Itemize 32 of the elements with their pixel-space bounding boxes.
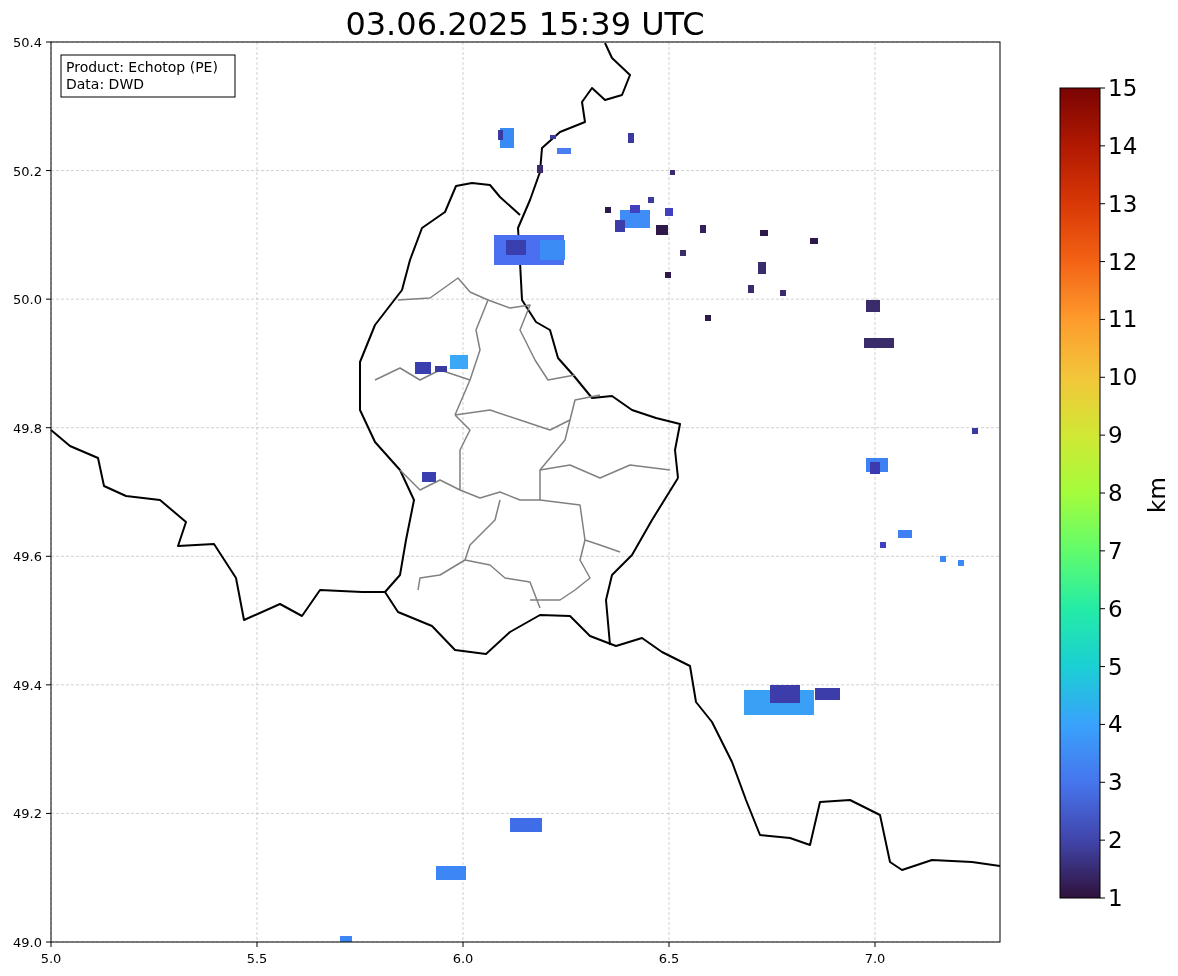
colorbar-tick-label: 12	[1108, 248, 1138, 275]
colorbar-tick-label: 7	[1108, 537, 1123, 564]
colorbar-tick-label: 15	[1108, 75, 1138, 101]
colorbar-tick-label: 11	[1108, 306, 1138, 333]
axis-tick-label: 6.5	[658, 951, 680, 966]
colorbar-tick-label: 5	[1108, 653, 1123, 680]
figure-title: 03.06.2025 15:39 UTC	[345, 5, 705, 43]
axis-tick-label: 6.0	[452, 951, 474, 966]
colorbar-tick-label: 14	[1108, 132, 1138, 159]
colorbar-label: km	[1144, 477, 1170, 513]
colorbar-tick-label: 13	[1108, 190, 1138, 217]
axis-tick-label: 49.4	[13, 677, 42, 693]
colorbar-tick-label: 10	[1108, 364, 1138, 391]
colorbar-tick-label: 2	[1108, 827, 1123, 854]
axis-tick-label: 49.8	[13, 420, 42, 436]
legend-text: Product: Echotop (PE)	[66, 59, 218, 75]
colorbar-tick-label: 1	[1108, 885, 1123, 911]
axis-tick-label: 50.0	[13, 292, 42, 308]
colorbar-tick-label: 8	[1108, 480, 1123, 506]
axis-tick-label: 49.2	[13, 806, 42, 822]
axis-tick-label: 49.0	[13, 935, 42, 950]
axis-tick-label: 7.0	[864, 951, 886, 966]
legend-text: Data: DWD	[66, 76, 144, 92]
axis-tick-label: 5.5	[246, 951, 268, 966]
colorbar-tick-label: 9	[1108, 422, 1123, 449]
axis-tick-label: 50.4	[13, 35, 42, 50]
colorbar-tick-label: 4	[1108, 711, 1123, 738]
axis-tick-label: 49.6	[13, 549, 42, 565]
axis-tick-label: 50.2	[13, 163, 42, 179]
colorbar-tick-label: 3	[1108, 769, 1123, 796]
axis-tick-label: 5.0	[40, 951, 62, 966]
colorbar-tick-label: 6	[1108, 595, 1123, 622]
